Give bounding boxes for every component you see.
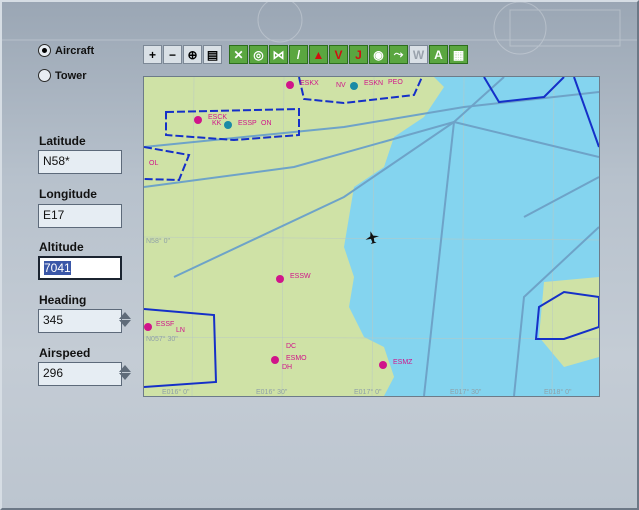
svg-text:NV: NV	[336, 82, 346, 89]
chevron-down-icon[interactable]	[119, 320, 131, 327]
vor-icon[interactable]: ✕	[229, 45, 248, 64]
radio-unselected-icon	[38, 69, 51, 82]
route-icon[interactable]: ◉	[369, 45, 388, 64]
svg-text:DC: DC	[286, 343, 296, 350]
svg-text:KK: KK	[212, 120, 222, 127]
svg-text:E017° 30": E017° 30"	[450, 388, 482, 396]
svg-text:E018° 0": E018° 0"	[544, 388, 572, 396]
svg-text:OL: OL	[149, 160, 158, 167]
j-icon[interactable]: J	[349, 45, 368, 64]
map-canvas[interactable]: ESKX NV ESKN PEO ESCK KK ESSP ON OL ESSW…	[144, 77, 599, 396]
triangle-icon[interactable]: ▲	[309, 45, 328, 64]
svg-text:DH: DH	[282, 364, 292, 371]
airspeed-label: Airspeed	[39, 346, 91, 360]
airspeed-stepper[interactable]	[118, 364, 132, 384]
svg-text:ESMZ: ESMZ	[393, 359, 413, 366]
svg-text:E016° 30": E016° 30"	[256, 388, 288, 396]
zoom-in-icon[interactable]: +	[143, 45, 162, 64]
svg-text:ESSF: ESSF	[156, 321, 174, 328]
airspeed-input[interactable]: 296	[38, 362, 122, 386]
airways-icon[interactable]: ⤳	[389, 45, 408, 64]
v-icon[interactable]: V	[329, 45, 348, 64]
tower-radio[interactable]: Tower	[38, 69, 87, 82]
svg-text:PEO: PEO	[388, 79, 403, 86]
altitude-label: Altitude	[39, 240, 84, 254]
longitude-label: Longitude	[39, 187, 97, 201]
chevron-down-icon[interactable]	[119, 373, 131, 380]
heading-stepper[interactable]	[118, 311, 132, 331]
zoom-out-icon[interactable]: −	[163, 45, 182, 64]
map-toolbar: + − ⊕ ▤ ✕ ◎ ⋈ / ▲ V J ◉ ⤳ W A ▦	[143, 45, 468, 65]
chevron-up-icon[interactable]	[119, 365, 131, 372]
terrain-icon[interactable]: ▦	[449, 45, 468, 64]
heading-label: Heading	[39, 293, 87, 307]
heading-input[interactable]: 345	[38, 309, 122, 333]
map-view[interactable]: ESKX NV ESKN PEO ESCK KK ESSP ON OL ESSW…	[143, 76, 600, 397]
svg-text:ON: ON	[261, 120, 272, 127]
svg-text:ESKN: ESKN	[364, 80, 383, 87]
page-icon[interactable]: ▤	[203, 45, 222, 64]
latitude-input[interactable]: N58*	[38, 150, 122, 174]
aircraft-radio[interactable]: Aircraft	[38, 44, 94, 57]
latitude-label: Latitude	[39, 134, 86, 148]
chevron-up-icon[interactable]	[119, 312, 131, 319]
svg-text:E017° 0": E017° 0"	[354, 388, 382, 396]
radio-selected-icon	[38, 44, 51, 57]
svg-text:ESMO: ESMO	[286, 355, 307, 362]
svg-text:ESSW: ESSW	[290, 273, 311, 280]
altitude-value: 7041	[44, 261, 71, 275]
aircraft-radio-label: Aircraft	[55, 44, 95, 57]
svg-text:ESSP: ESSP	[238, 120, 257, 127]
ils-icon[interactable]: ⋈	[269, 45, 288, 64]
svg-text:N057° 30": N057° 30"	[146, 335, 178, 343]
tower-radio-label: Tower	[55, 69, 87, 82]
svg-text:N58° 0": N58° 0"	[146, 237, 170, 245]
center-icon[interactable]: ⊕	[183, 45, 202, 64]
weather-icon[interactable]: W	[409, 45, 428, 64]
runway-icon[interactable]: /	[289, 45, 308, 64]
svg-text:LN: LN	[176, 327, 185, 334]
longitude-input[interactable]: E17	[38, 204, 122, 228]
altitude-input[interactable]: 7041	[38, 256, 122, 280]
svg-text:ESKX: ESKX	[300, 80, 319, 87]
altitude-icon[interactable]: A	[429, 45, 448, 64]
ndb-icon[interactable]: ◎	[249, 45, 268, 64]
svg-text:E016° 0": E016° 0"	[162, 388, 190, 396]
